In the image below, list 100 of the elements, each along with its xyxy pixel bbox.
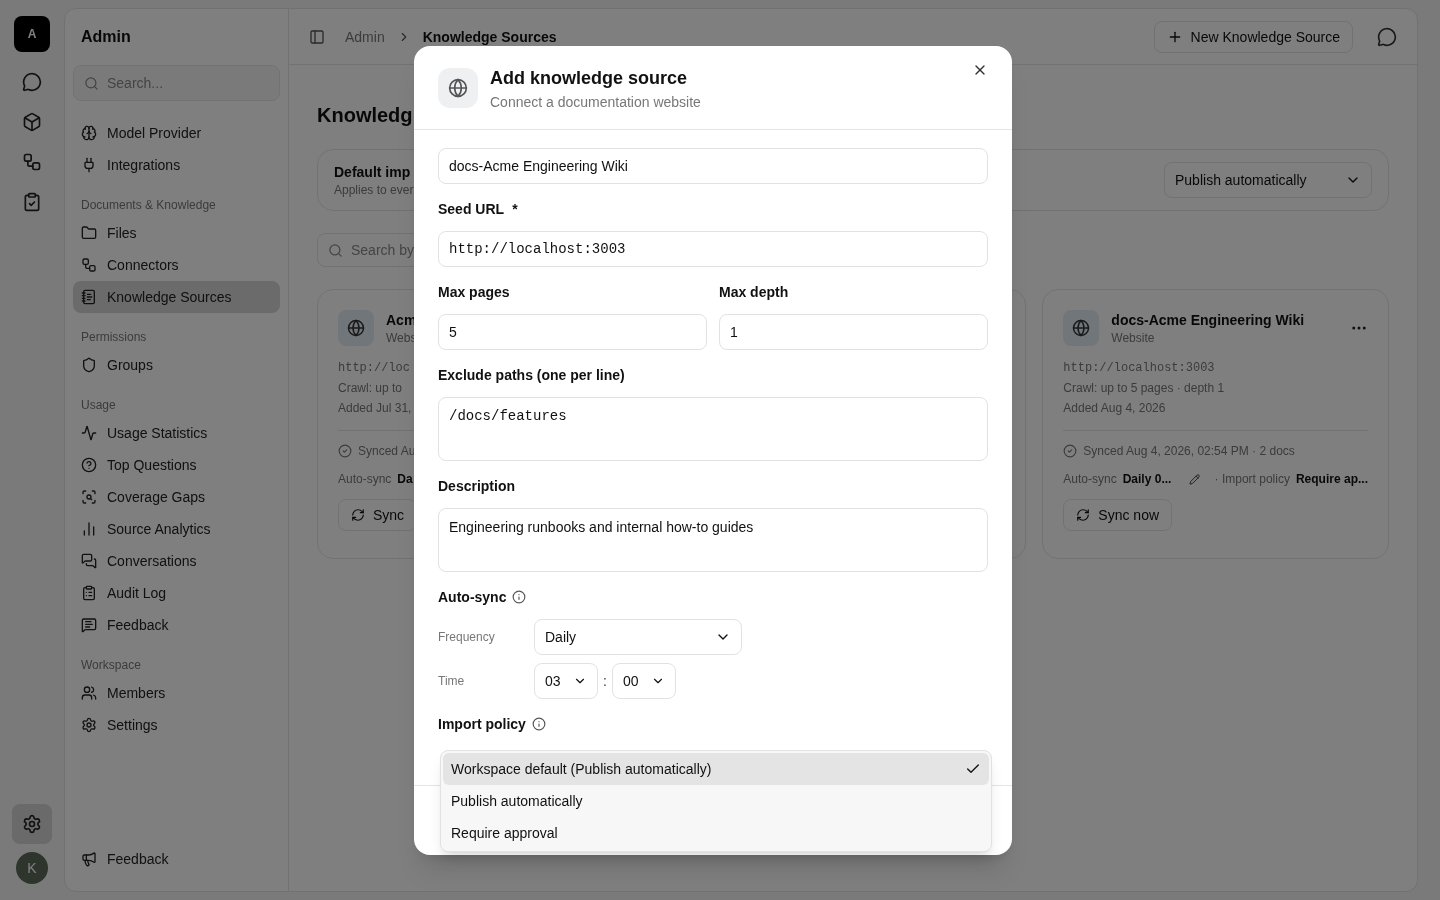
dropdown-option[interactable]: Require approval: [443, 817, 989, 849]
sidebar-item[interactable]: Usage Statistics: [73, 417, 280, 449]
policy-value: Require ap...: [1295, 471, 1368, 487]
folder-icon: [81, 225, 97, 241]
globe-icon: [1063, 310, 1100, 346]
minute-select[interactable]: 00: [611, 663, 676, 699]
sidebar-item[interactable]: Source Analytics: [73, 513, 280, 545]
url-input[interactable]: http://localhost:3003: [438, 231, 988, 267]
field-label: Max depth: [719, 283, 790, 302]
refresh-icon: [1076, 508, 1091, 522]
sidebar-item[interactable]: Knowledge Sources: [73, 281, 280, 313]
field-label: Max pages: [438, 283, 511, 302]
sidebar-item[interactable]: Members: [73, 677, 280, 709]
dropdown-option[interactable]: Publish automatically: [443, 785, 989, 817]
name-input[interactable]: docs-Acme Engineering Wiki: [438, 148, 988, 184]
clipboard-check-icon[interactable]: [22, 192, 42, 212]
field-label: Seed URL *: [438, 200, 519, 219]
time-label: Time: [438, 673, 466, 689]
check-circle-icon: [1063, 444, 1078, 458]
message-text-icon: [81, 617, 97, 633]
section-heading: Permissions: [80, 329, 148, 345]
messages-icon: [81, 553, 97, 569]
textarea-field[interactable]: Engineering runbooks and internal how-to guides: [438, 508, 988, 572]
section-heading: Documents & Knowledge: [80, 197, 217, 213]
sidebar-item[interactable]: Settings: [73, 709, 280, 741]
added-date: Added Aug 4, 2026: [1063, 400, 1166, 417]
number-input[interactable]: 5: [438, 314, 707, 350]
dropdown-option[interactable]: Workspace default (Publish automatically): [443, 753, 989, 785]
globe-icon: [438, 67, 478, 108]
sidebar-item[interactable]: Feedback: [73, 609, 280, 641]
search-icon: [328, 242, 343, 258]
number-input[interactable]: 1: [719, 314, 988, 350]
new-source-button[interactable]: New Knowledge Source: [1153, 20, 1353, 53]
brain-icon: [81, 125, 97, 141]
workflow-icon[interactable]: [22, 152, 42, 172]
section-heading: Usage: [80, 397, 117, 413]
field-label: Exclude paths (one per line): [438, 366, 626, 385]
policy-label: · Import policy: [1214, 471, 1290, 487]
policy-subtitle: Applies to ever: [334, 182, 414, 198]
field-label: Import policy: [438, 715, 526, 734]
shield-icon: [81, 357, 97, 373]
crawl-info: Crawl: up to 5 pages · depth 1: [1063, 380, 1225, 397]
sidebar-item[interactable]: Top Questions: [73, 449, 280, 481]
check-circle-icon: [338, 444, 352, 458]
activity-icon: [81, 425, 97, 441]
sidebar-item[interactable]: Groups: [73, 349, 280, 381]
app-logo[interactable]: A: [14, 16, 50, 52]
notebook-icon: [81, 289, 97, 305]
source-url: http://localhost:3003: [1063, 360, 1215, 377]
source-type: Website: [1111, 330, 1155, 346]
sidebar-item[interactable]: Conversations: [73, 545, 280, 577]
policy-title: Default imp: [334, 163, 412, 182]
source-name: docs-Acme Engineering Wiki: [1111, 311, 1305, 330]
sidebar-item[interactable]: Connectors: [73, 249, 280, 281]
workflow-icon: [81, 257, 97, 273]
field-label: Auto-sync: [438, 588, 507, 607]
cube-icon[interactable]: [22, 112, 42, 132]
policy-select[interactable]: Publish automatically: [1164, 162, 1372, 198]
chat-bubble-icon[interactable]: [22, 72, 42, 92]
breadcrumb-link[interactable]: Admin: [345, 26, 385, 47]
sidebar-toggle-icon[interactable]: [309, 28, 325, 45]
sync-button[interactable]: Sync now: [1063, 499, 1173, 531]
autosync-value: Da: [397, 471, 413, 487]
source-url: http://loc: [338, 360, 410, 377]
info-icon[interactable]: [531, 717, 546, 731]
info-icon[interactable]: [512, 590, 527, 604]
textarea-field[interactable]: /docs/features: [438, 397, 988, 461]
added-date: Added Jul 31,: [338, 400, 412, 417]
sidebar-item[interactable]: Files: [73, 217, 280, 249]
globe-icon: [338, 310, 374, 346]
sidebar-item[interactable]: Model Provider: [73, 117, 280, 149]
scan-icon: [81, 489, 97, 505]
pencil-icon[interactable]: [1189, 472, 1201, 486]
search-icon: [84, 75, 99, 91]
field-label: Description: [438, 477, 516, 496]
megaphone-icon: [81, 851, 97, 867]
user-avatar[interactable]: K: [16, 852, 48, 884]
bar-chart-icon: [81, 521, 97, 537]
settings-icon[interactable]: [12, 804, 52, 844]
modal-subtitle: Connect a documentation website: [490, 92, 701, 112]
users-icon: [81, 685, 97, 701]
sidebar-item[interactable]: Audit Log: [73, 577, 280, 609]
hour-select[interactable]: 03: [534, 663, 598, 699]
help-circle-icon: [81, 457, 97, 473]
refresh-icon: [351, 508, 365, 522]
breadcrumb-current: Knowledge Sources: [422, 27, 557, 47]
sidebar-item[interactable]: Feedback: [73, 843, 280, 875]
section-heading: Workspace: [80, 657, 142, 673]
crawl-info: Crawl: up to: [338, 380, 403, 397]
required-mark: *: [512, 201, 518, 217]
clipboard-list-icon: [81, 585, 97, 601]
chat-bubble-icon[interactable]: [1377, 26, 1397, 47]
frequency-select[interactable]: Daily: [534, 619, 742, 655]
plug-icon: [81, 157, 97, 173]
autosync-value: Daily 0...: [1122, 471, 1172, 487]
sync-status: Synced Aug 4, 2026, 02:54 PM · 2 docs: [1083, 443, 1295, 459]
settings-icon: [81, 717, 97, 733]
sidebar-item[interactable]: Integrations: [73, 149, 280, 181]
sidebar-item[interactable]: Coverage Gaps: [73, 481, 280, 513]
frequency-label: Frequency: [438, 629, 496, 645]
